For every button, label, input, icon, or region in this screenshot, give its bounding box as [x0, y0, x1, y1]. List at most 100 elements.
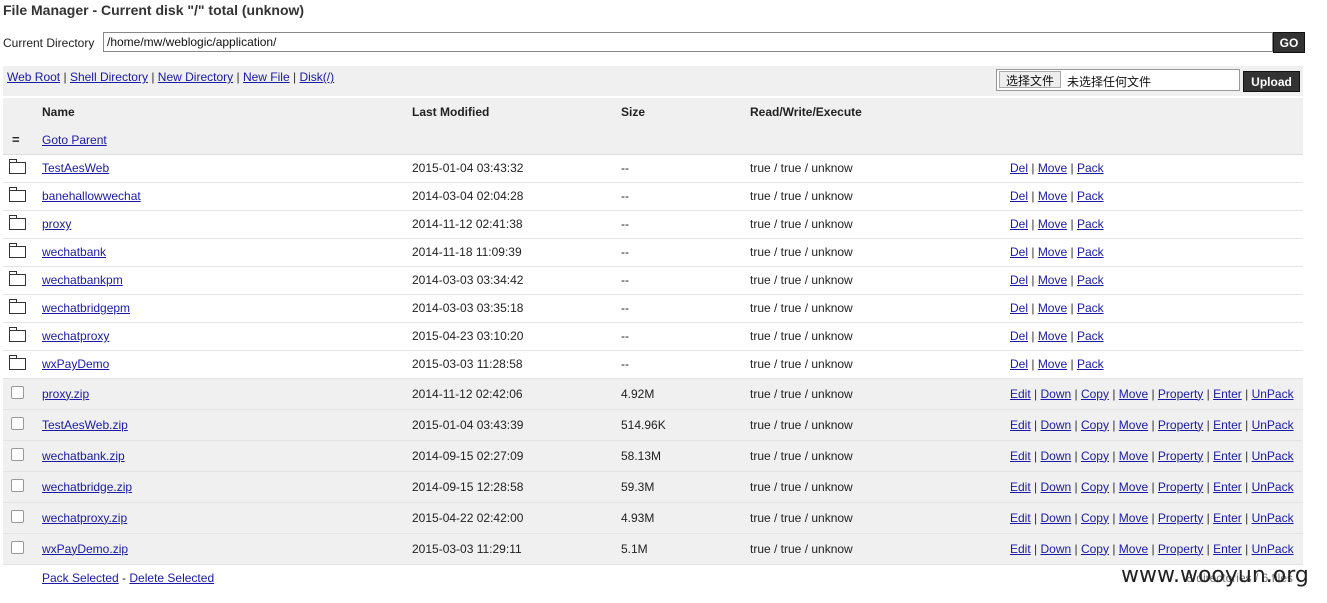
down-link[interactable]: Down [1040, 480, 1071, 494]
directory-name-link[interactable]: wechatproxy [42, 329, 109, 343]
directory-name-link[interactable]: banehallowwechat [42, 189, 141, 203]
unpack-link[interactable]: UnPack [1252, 387, 1294, 401]
property-link[interactable]: Property [1158, 480, 1203, 494]
current-directory-input[interactable] [103, 32, 1273, 52]
move-link[interactable]: Move [1119, 387, 1148, 401]
disk-link[interactable]: Disk(/) [299, 70, 334, 84]
move-link[interactable]: Move [1038, 161, 1067, 175]
copy-link[interactable]: Copy [1081, 449, 1109, 463]
edit-link[interactable]: Edit [1010, 387, 1031, 401]
del-link[interactable]: Del [1010, 189, 1028, 203]
down-link[interactable]: Down [1040, 542, 1071, 556]
move-link[interactable]: Move [1038, 329, 1067, 343]
pack-link[interactable]: Pack [1077, 245, 1104, 259]
move-link[interactable]: Move [1119, 449, 1148, 463]
copy-link[interactable]: Copy [1081, 480, 1109, 494]
file-name-link[interactable]: wechatbank.zip [42, 449, 125, 463]
del-link[interactable]: Del [1010, 301, 1028, 315]
choose-file-button[interactable]: 选择文件 [999, 71, 1061, 88]
property-link[interactable]: Property [1158, 418, 1203, 432]
file-name-link[interactable]: wechatbridge.zip [42, 480, 132, 494]
move-link[interactable]: Move [1119, 511, 1148, 525]
del-link[interactable]: Del [1010, 245, 1028, 259]
select-checkbox[interactable] [11, 540, 24, 554]
directory-name-link[interactable]: wechatbankpm [42, 273, 123, 287]
pack-link[interactable]: Pack [1077, 217, 1104, 231]
del-link[interactable]: Del [1010, 273, 1028, 287]
move-link[interactable]: Move [1038, 357, 1067, 371]
move-link[interactable]: Move [1038, 273, 1067, 287]
unpack-link[interactable]: UnPack [1252, 511, 1294, 525]
copy-link[interactable]: Copy [1081, 387, 1109, 401]
enter-link[interactable]: Enter [1213, 542, 1242, 556]
down-link[interactable]: Down [1040, 511, 1071, 525]
pack-link[interactable]: Pack [1077, 273, 1104, 287]
select-checkbox[interactable] [11, 385, 24, 399]
select-checkbox[interactable] [11, 416, 24, 430]
edit-link[interactable]: Edit [1010, 480, 1031, 494]
move-link[interactable]: Move [1119, 418, 1148, 432]
edit-link[interactable]: Edit [1010, 542, 1031, 556]
file-input[interactable]: 选择文件 未选择任何文件 [996, 69, 1240, 91]
unpack-link[interactable]: UnPack [1252, 449, 1294, 463]
move-link[interactable]: Move [1119, 480, 1148, 494]
pack-link[interactable]: Pack [1077, 329, 1104, 343]
property-link[interactable]: Property [1158, 511, 1203, 525]
file-name-link[interactable]: wechatproxy.zip [42, 511, 127, 525]
pack-link[interactable]: Pack [1077, 189, 1104, 203]
move-link[interactable]: Move [1038, 189, 1067, 203]
select-checkbox[interactable] [11, 509, 24, 523]
del-link[interactable]: Del [1010, 357, 1028, 371]
enter-link[interactable]: Enter [1213, 418, 1242, 432]
file-name-link[interactable]: proxy.zip [42, 387, 89, 401]
directory-name-link[interactable]: TestAesWeb [42, 161, 109, 175]
down-link[interactable]: Down [1040, 418, 1071, 432]
new-directory-link[interactable]: New Directory [158, 70, 233, 84]
select-checkbox[interactable] [11, 447, 24, 461]
directory-name-link[interactable]: wechatbridgepm [42, 301, 130, 315]
down-link[interactable]: Down [1040, 387, 1071, 401]
copy-link[interactable]: Copy [1081, 542, 1109, 556]
new-file-link[interactable]: New File [243, 70, 290, 84]
directory-name-link[interactable]: proxy [42, 217, 71, 231]
copy-link[interactable]: Copy [1081, 418, 1109, 432]
enter-link[interactable]: Enter [1213, 449, 1242, 463]
pack-link[interactable]: Pack [1077, 301, 1104, 315]
property-link[interactable]: Property [1158, 449, 1203, 463]
edit-link[interactable]: Edit [1010, 418, 1031, 432]
move-link[interactable]: Move [1038, 245, 1067, 259]
permissions: true / true / unknow [750, 541, 853, 556]
property-link[interactable]: Property [1158, 542, 1203, 556]
edit-link[interactable]: Edit [1010, 449, 1031, 463]
enter-link[interactable]: Enter [1213, 511, 1242, 525]
edit-link[interactable]: Edit [1010, 511, 1031, 525]
unpack-link[interactable]: UnPack [1252, 418, 1294, 432]
unpack-link[interactable]: UnPack [1252, 480, 1294, 494]
goto-parent-link[interactable]: Goto Parent [42, 133, 107, 147]
move-link[interactable]: Move [1119, 542, 1148, 556]
file-name-link[interactable]: TestAesWeb.zip [42, 418, 128, 432]
file-name-link[interactable]: wxPayDemo.zip [42, 542, 128, 556]
go-button[interactable]: GO [1273, 32, 1305, 53]
shell-directory-link[interactable]: Shell Directory [70, 70, 148, 84]
enter-link[interactable]: Enter [1213, 387, 1242, 401]
copy-link[interactable]: Copy [1081, 511, 1109, 525]
pack-selected-link[interactable]: Pack Selected [42, 571, 119, 585]
move-link[interactable]: Move [1038, 301, 1067, 315]
enter-link[interactable]: Enter [1213, 480, 1242, 494]
delete-selected-link[interactable]: Delete Selected [129, 571, 214, 585]
down-link[interactable]: Down [1040, 449, 1071, 463]
del-link[interactable]: Del [1010, 329, 1028, 343]
del-link[interactable]: Del [1010, 217, 1028, 231]
del-link[interactable]: Del [1010, 161, 1028, 175]
web-root-link[interactable]: Web Root [7, 70, 60, 84]
upload-button[interactable]: Upload [1243, 71, 1300, 92]
move-link[interactable]: Move [1038, 217, 1067, 231]
unpack-link[interactable]: UnPack [1252, 542, 1294, 556]
directory-name-link[interactable]: wechatbank [42, 245, 106, 259]
pack-link[interactable]: Pack [1077, 161, 1104, 175]
directory-name-link[interactable]: wxPayDemo [42, 357, 109, 371]
property-link[interactable]: Property [1158, 387, 1203, 401]
select-checkbox[interactable] [11, 478, 24, 492]
pack-link[interactable]: Pack [1077, 357, 1104, 371]
